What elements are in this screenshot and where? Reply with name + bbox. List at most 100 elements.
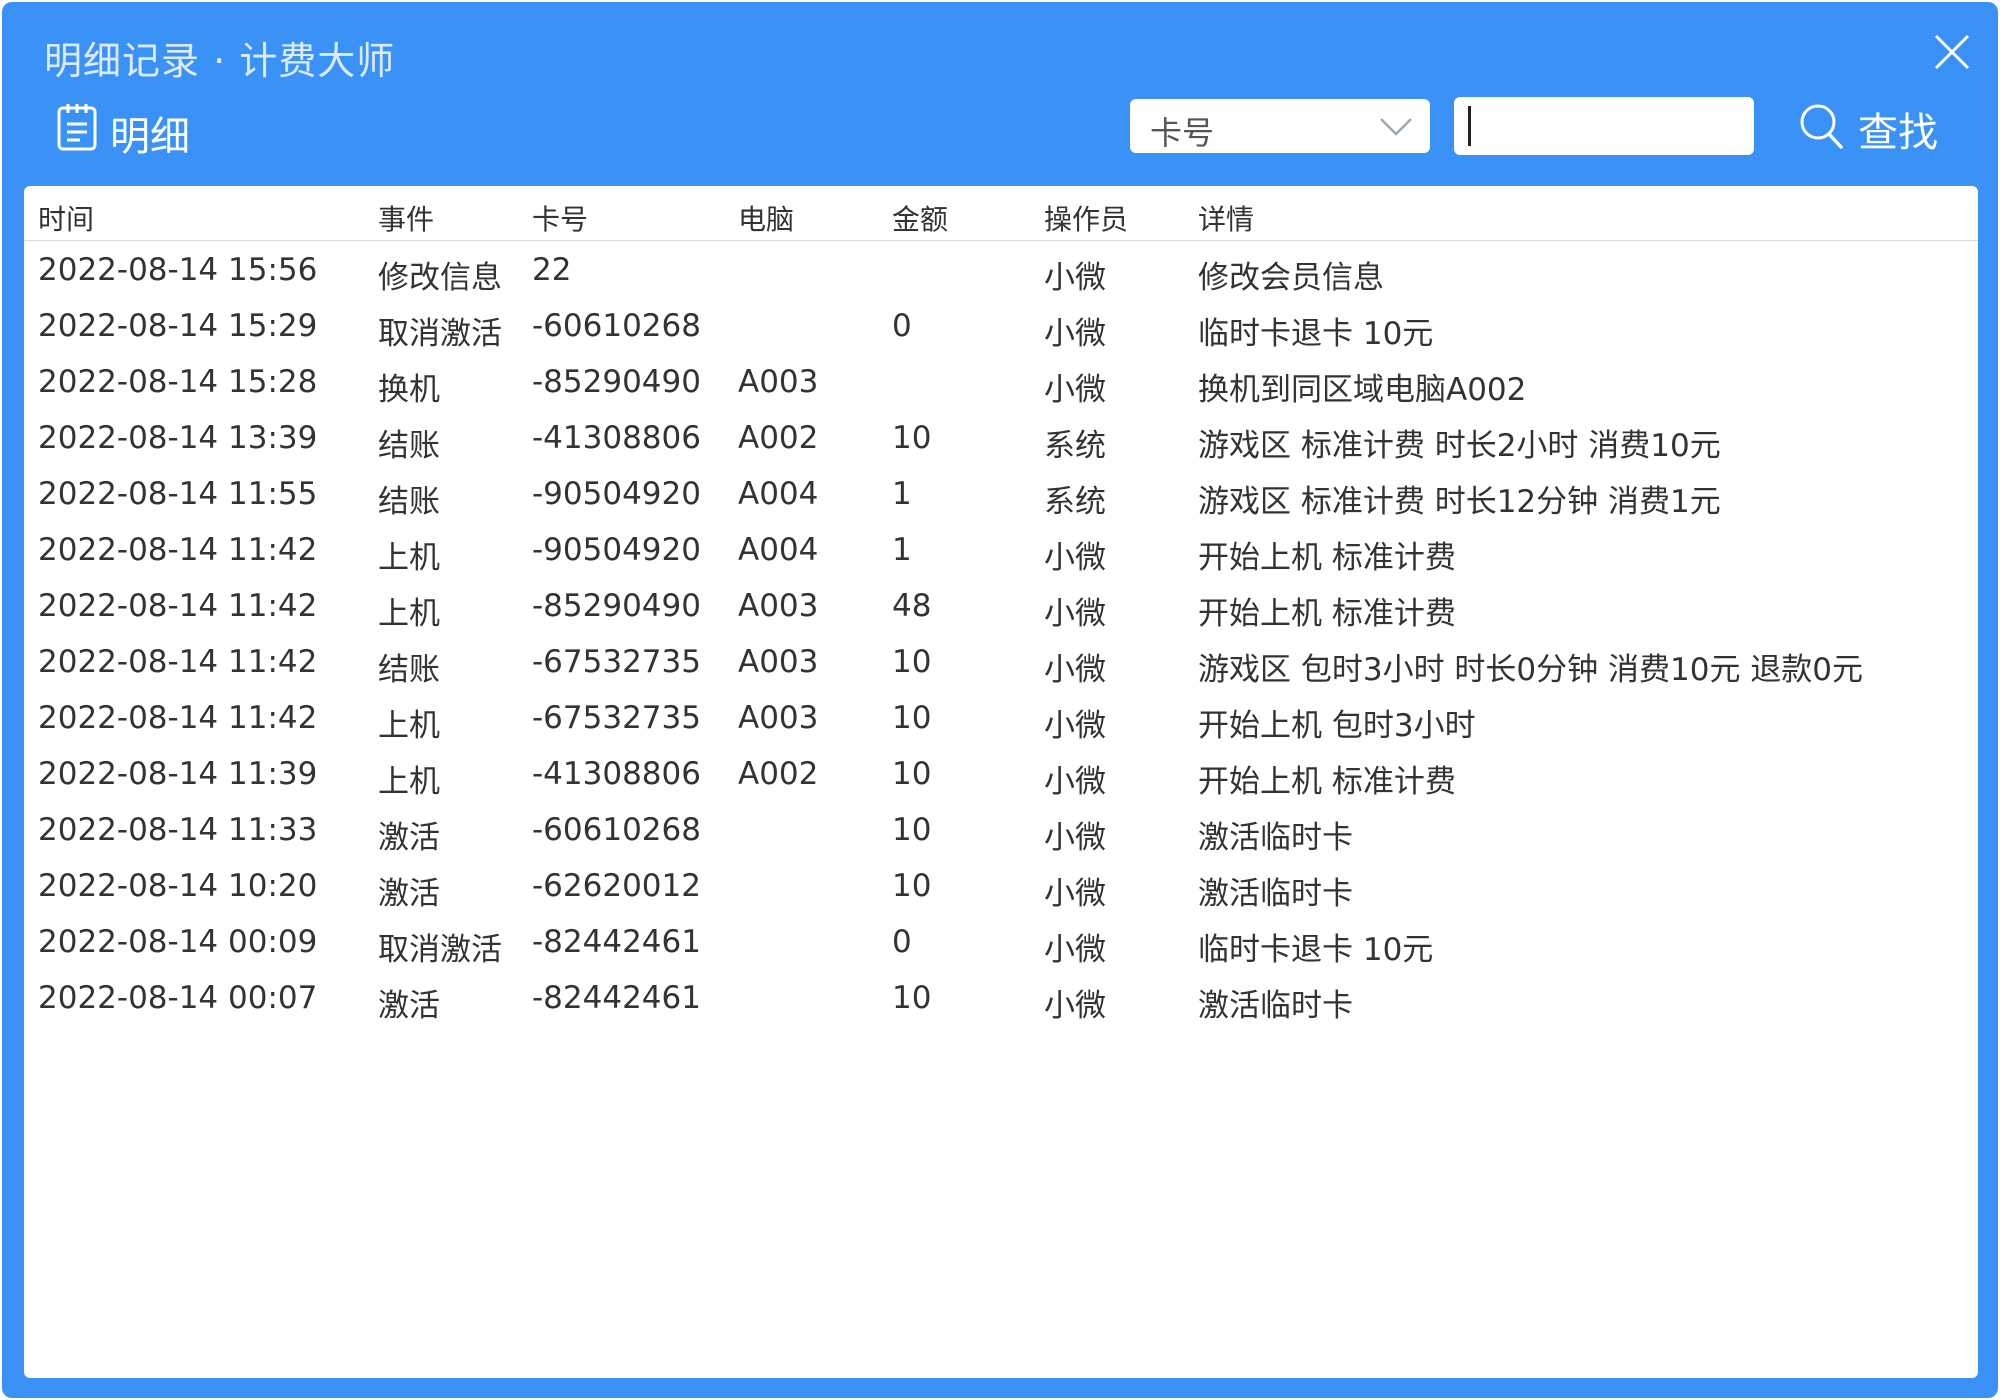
column-header-operator[interactable]: 操作员 bbox=[1044, 198, 1128, 238]
card-cell: -90504920 bbox=[532, 476, 701, 512]
event-cell: 上机 bbox=[378, 596, 440, 632]
event-cell: 上机 bbox=[378, 764, 440, 800]
table-row[interactable]: 2022-08-14 11:42 上机 -67532735 A003 10 小微 开始上机 … bbox=[24, 690, 1978, 746]
amount-cell: 10 bbox=[892, 644, 932, 680]
column-header-event[interactable]: 事件 bbox=[378, 198, 434, 238]
window-title: 明细记录 · 计费大师 bbox=[44, 39, 396, 83]
event-cell: 结账 bbox=[378, 484, 440, 520]
amount-cell: 0 bbox=[892, 924, 912, 960]
event-cell: 结账 bbox=[378, 652, 440, 688]
table-row[interactable]: 2022-08-14 00:09 取消激活 -82442461 0 小微 临时卡退卡 10… bbox=[24, 914, 1978, 970]
table-row[interactable]: 2022-08-14 13:39 结账 -41308806 A002 10 系统 游戏区 标… bbox=[24, 410, 1978, 466]
operator-cell: 小微 bbox=[1044, 652, 1106, 688]
table-row[interactable]: 2022-08-14 11:55 结账 -90504920 A004 1 系统 游戏区 标准… bbox=[24, 466, 1978, 522]
details-cell: 开始上机 包时3小时 bbox=[1198, 708, 1476, 744]
details-cell: 游戏区 标准计费 时长2小时 消费10元 bbox=[1198, 428, 1721, 464]
table-row[interactable]: 2022-08-14 15:56 修改信息 22 小微 修改会员信息 bbox=[24, 242, 1978, 298]
time-cell: 2022-08-14 00:07 bbox=[38, 980, 318, 1016]
details-cell: 开始上机 标准计费 bbox=[1198, 596, 1456, 632]
column-header-amount[interactable]: 金额 bbox=[892, 198, 948, 238]
table-row[interactable]: 2022-08-14 11:42 上机 -90504920 A004 1 小微 开始上机 标… bbox=[24, 522, 1978, 578]
computer-cell: A003 bbox=[738, 700, 819, 736]
details-cell: 开始上机 标准计费 bbox=[1198, 764, 1456, 800]
operator-cell: 小微 bbox=[1044, 372, 1106, 408]
operator-cell: 小微 bbox=[1044, 596, 1106, 632]
table-row[interactable]: 2022-08-14 15:28 换机 -85290490 A003 小微 换机到同区域电… bbox=[24, 354, 1978, 410]
amount-cell: 10 bbox=[892, 812, 932, 848]
operator-cell: 小微 bbox=[1044, 764, 1106, 800]
details-cell: 修改会员信息 bbox=[1198, 260, 1384, 296]
table-row[interactable]: 2022-08-14 11:42 结账 -67532735 A003 10 小微 游戏区 包… bbox=[24, 634, 1978, 690]
table-row[interactable]: 2022-08-14 11:33 激活 -60610268 10 小微 激活临时卡 bbox=[24, 802, 1978, 858]
event-cell: 激活 bbox=[378, 820, 440, 856]
time-cell: 2022-08-14 15:28 bbox=[38, 364, 318, 400]
operator-cell: 小微 bbox=[1044, 820, 1106, 856]
details-cell: 游戏区 标准计费 时长12分钟 消费1元 bbox=[1198, 484, 1721, 520]
close-button[interactable] bbox=[1928, 28, 1976, 76]
amount-cell: 48 bbox=[892, 588, 932, 624]
amount-cell: 10 bbox=[892, 420, 932, 456]
event-cell: 上机 bbox=[378, 708, 440, 744]
amount-cell: 0 bbox=[892, 308, 912, 344]
operator-cell: 小微 bbox=[1044, 316, 1106, 352]
amount-cell: 1 bbox=[892, 476, 912, 512]
computer-cell: A003 bbox=[738, 644, 819, 680]
column-header-time[interactable]: 时间 bbox=[38, 198, 94, 238]
event-cell: 取消激活 bbox=[378, 932, 502, 968]
operator-cell: 小微 bbox=[1044, 540, 1106, 576]
computer-cell: A002 bbox=[738, 756, 819, 792]
search-button-label: 查找 bbox=[1858, 110, 1938, 156]
amount-cell: 10 bbox=[892, 980, 932, 1016]
operator-cell: 小微 bbox=[1044, 260, 1106, 296]
card-cell: -82442461 bbox=[532, 924, 701, 960]
table-row[interactable]: 2022-08-14 00:07 激活 -82442461 10 小微 激活临时卡 bbox=[24, 970, 1978, 1026]
amount-cell: 1 bbox=[892, 532, 912, 568]
card-cell: -67532735 bbox=[532, 700, 701, 736]
operator-cell: 系统 bbox=[1044, 428, 1106, 464]
time-cell: 2022-08-14 15:29 bbox=[38, 308, 318, 344]
time-cell: 2022-08-14 11:42 bbox=[38, 532, 318, 568]
details-cell: 游戏区 包时3小时 时长0分钟 消费10元 退款0元 bbox=[1198, 652, 1864, 688]
operator-cell: 小微 bbox=[1044, 988, 1106, 1024]
card-cell: -85290490 bbox=[532, 588, 701, 624]
computer-cell: A003 bbox=[738, 364, 819, 400]
time-cell: 2022-08-14 11:42 bbox=[38, 588, 318, 624]
time-cell: 2022-08-14 00:09 bbox=[38, 924, 318, 960]
operator-cell: 小微 bbox=[1044, 876, 1106, 912]
table-row[interactable]: 2022-08-14 10:20 激活 -62620012 10 小微 激活临时卡 bbox=[24, 858, 1978, 914]
chevron-down-icon bbox=[1380, 118, 1412, 136]
card-cell: 22 bbox=[532, 252, 572, 288]
computer-cell: A004 bbox=[738, 532, 819, 568]
details-cell: 激活临时卡 bbox=[1198, 876, 1353, 912]
table-row[interactable]: 2022-08-14 15:29 取消激活 -60610268 0 小微 临时卡退卡 10… bbox=[24, 298, 1978, 354]
event-cell: 换机 bbox=[378, 372, 440, 408]
search-button[interactable]: 查找 bbox=[1798, 98, 1958, 158]
computer-cell: A003 bbox=[738, 588, 819, 624]
column-header-computer[interactable]: 电脑 bbox=[738, 198, 794, 238]
computer-cell: A004 bbox=[738, 476, 819, 512]
notepad-icon bbox=[57, 104, 97, 151]
time-cell: 2022-08-14 11:33 bbox=[38, 812, 318, 848]
details-cell: 激活临时卡 bbox=[1198, 820, 1353, 856]
table-header: 时间 事件 卡号 电脑 金额 操作员 详情 bbox=[24, 186, 1978, 241]
table-row[interactable]: 2022-08-14 11:39 上机 -41308806 A002 10 小微 开始上机 … bbox=[24, 746, 1978, 802]
details-cell: 激活临时卡 bbox=[1198, 988, 1353, 1024]
time-cell: 2022-08-14 11:42 bbox=[38, 700, 318, 736]
event-cell: 结账 bbox=[378, 428, 440, 464]
time-cell: 2022-08-14 11:39 bbox=[38, 756, 318, 792]
card-cell: -67532735 bbox=[532, 644, 701, 680]
card-cell: -90504920 bbox=[532, 532, 701, 568]
table-row[interactable]: 2022-08-14 11:42 上机 -85290490 A003 48 小微 开始上机 … bbox=[24, 578, 1978, 634]
filter-select[interactable]: 卡号 bbox=[1130, 99, 1430, 153]
event-cell: 上机 bbox=[378, 540, 440, 576]
search-input[interactable] bbox=[1454, 97, 1754, 155]
column-header-card[interactable]: 卡号 bbox=[532, 198, 588, 238]
card-cell: -60610268 bbox=[532, 308, 701, 344]
time-cell: 2022-08-14 11:55 bbox=[38, 476, 318, 512]
time-cell: 2022-08-14 13:39 bbox=[38, 420, 318, 456]
event-cell: 激活 bbox=[378, 876, 440, 912]
details-cell: 开始上机 标准计费 bbox=[1198, 540, 1456, 576]
records-table: 时间 事件 卡号 电脑 金额 操作员 详情 2022-08-14 15:56 修改… bbox=[24, 186, 1978, 1378]
operator-cell: 系统 bbox=[1044, 484, 1106, 520]
column-header-details[interactable]: 详情 bbox=[1198, 198, 1254, 238]
